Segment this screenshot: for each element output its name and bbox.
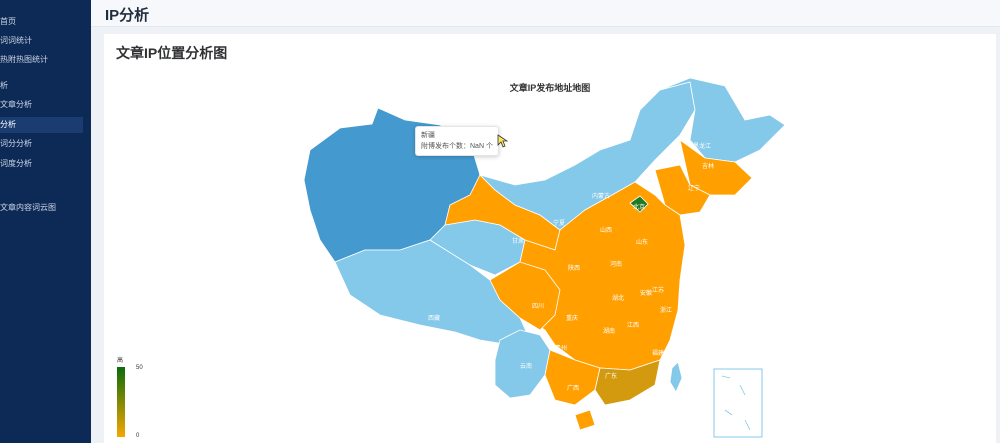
- svg-text:四川: 四川: [532, 303, 544, 310]
- south-sea-islands: [721, 375, 751, 431]
- svg-text:广东: 广东: [605, 372, 617, 380]
- svg-text:云南: 云南: [520, 362, 532, 370]
- svg-text:黑龙江: 黑龙江: [693, 142, 711, 150]
- region-hainan[interactable]: [574, 409, 596, 431]
- legend-min-label: 0: [136, 433, 140, 439]
- svg-text:福建: 福建: [652, 349, 664, 357]
- south-sea-inset: [713, 368, 763, 438]
- svg-text:安徽: 安徽: [640, 289, 652, 297]
- svg-text:山西: 山西: [600, 226, 612, 234]
- legend-max-label: 50: [136, 365, 143, 371]
- map-tooltip: 新疆 附博发布个数：NaN 个: [415, 126, 499, 156]
- svg-text:贵州: 贵州: [555, 344, 567, 352]
- svg-text:浙江: 浙江: [660, 306, 672, 314]
- svg-text:江西: 江西: [627, 322, 639, 329]
- svg-text:广西: 广西: [567, 384, 579, 392]
- svg-text:辽宁: 辽宁: [688, 184, 700, 192]
- svg-text:陕西: 陕西: [568, 264, 580, 272]
- svg-text:西藏: 西藏: [428, 314, 440, 322]
- svg-text:山东: 山东: [636, 238, 648, 246]
- svg-text:重庆: 重庆: [566, 314, 578, 322]
- mouse-cursor-icon: [497, 134, 509, 148]
- svg-text:北京: 北京: [633, 203, 645, 211]
- tooltip-region: 新疆: [421, 132, 435, 139]
- svg-text:江苏: 江苏: [652, 286, 664, 294]
- svg-text:湖北: 湖北: [612, 294, 624, 302]
- svg-text:内蒙古: 内蒙古: [592, 192, 610, 200]
- china-map: 黑龙江 吉林 辽宁 内蒙古 北京 山西 山东 陕西 河南 甘肃 宁夏 四川 重庆…: [303, 77, 786, 438]
- svg-text:河南: 河南: [610, 260, 622, 268]
- svg-text:吉林: 吉林: [702, 162, 714, 170]
- svg-text:甘肃: 甘肃: [512, 237, 524, 245]
- svg-text:宁夏: 宁夏: [553, 219, 565, 227]
- legend-gradient-bar[interactable]: [117, 367, 125, 437]
- region-taiwan[interactable]: [669, 361, 683, 393]
- tooltip-value: 附博发布个数：NaN 个: [421, 143, 493, 150]
- legend-high-label: 高: [117, 358, 124, 364]
- svg-text:湖南: 湖南: [603, 327, 615, 335]
